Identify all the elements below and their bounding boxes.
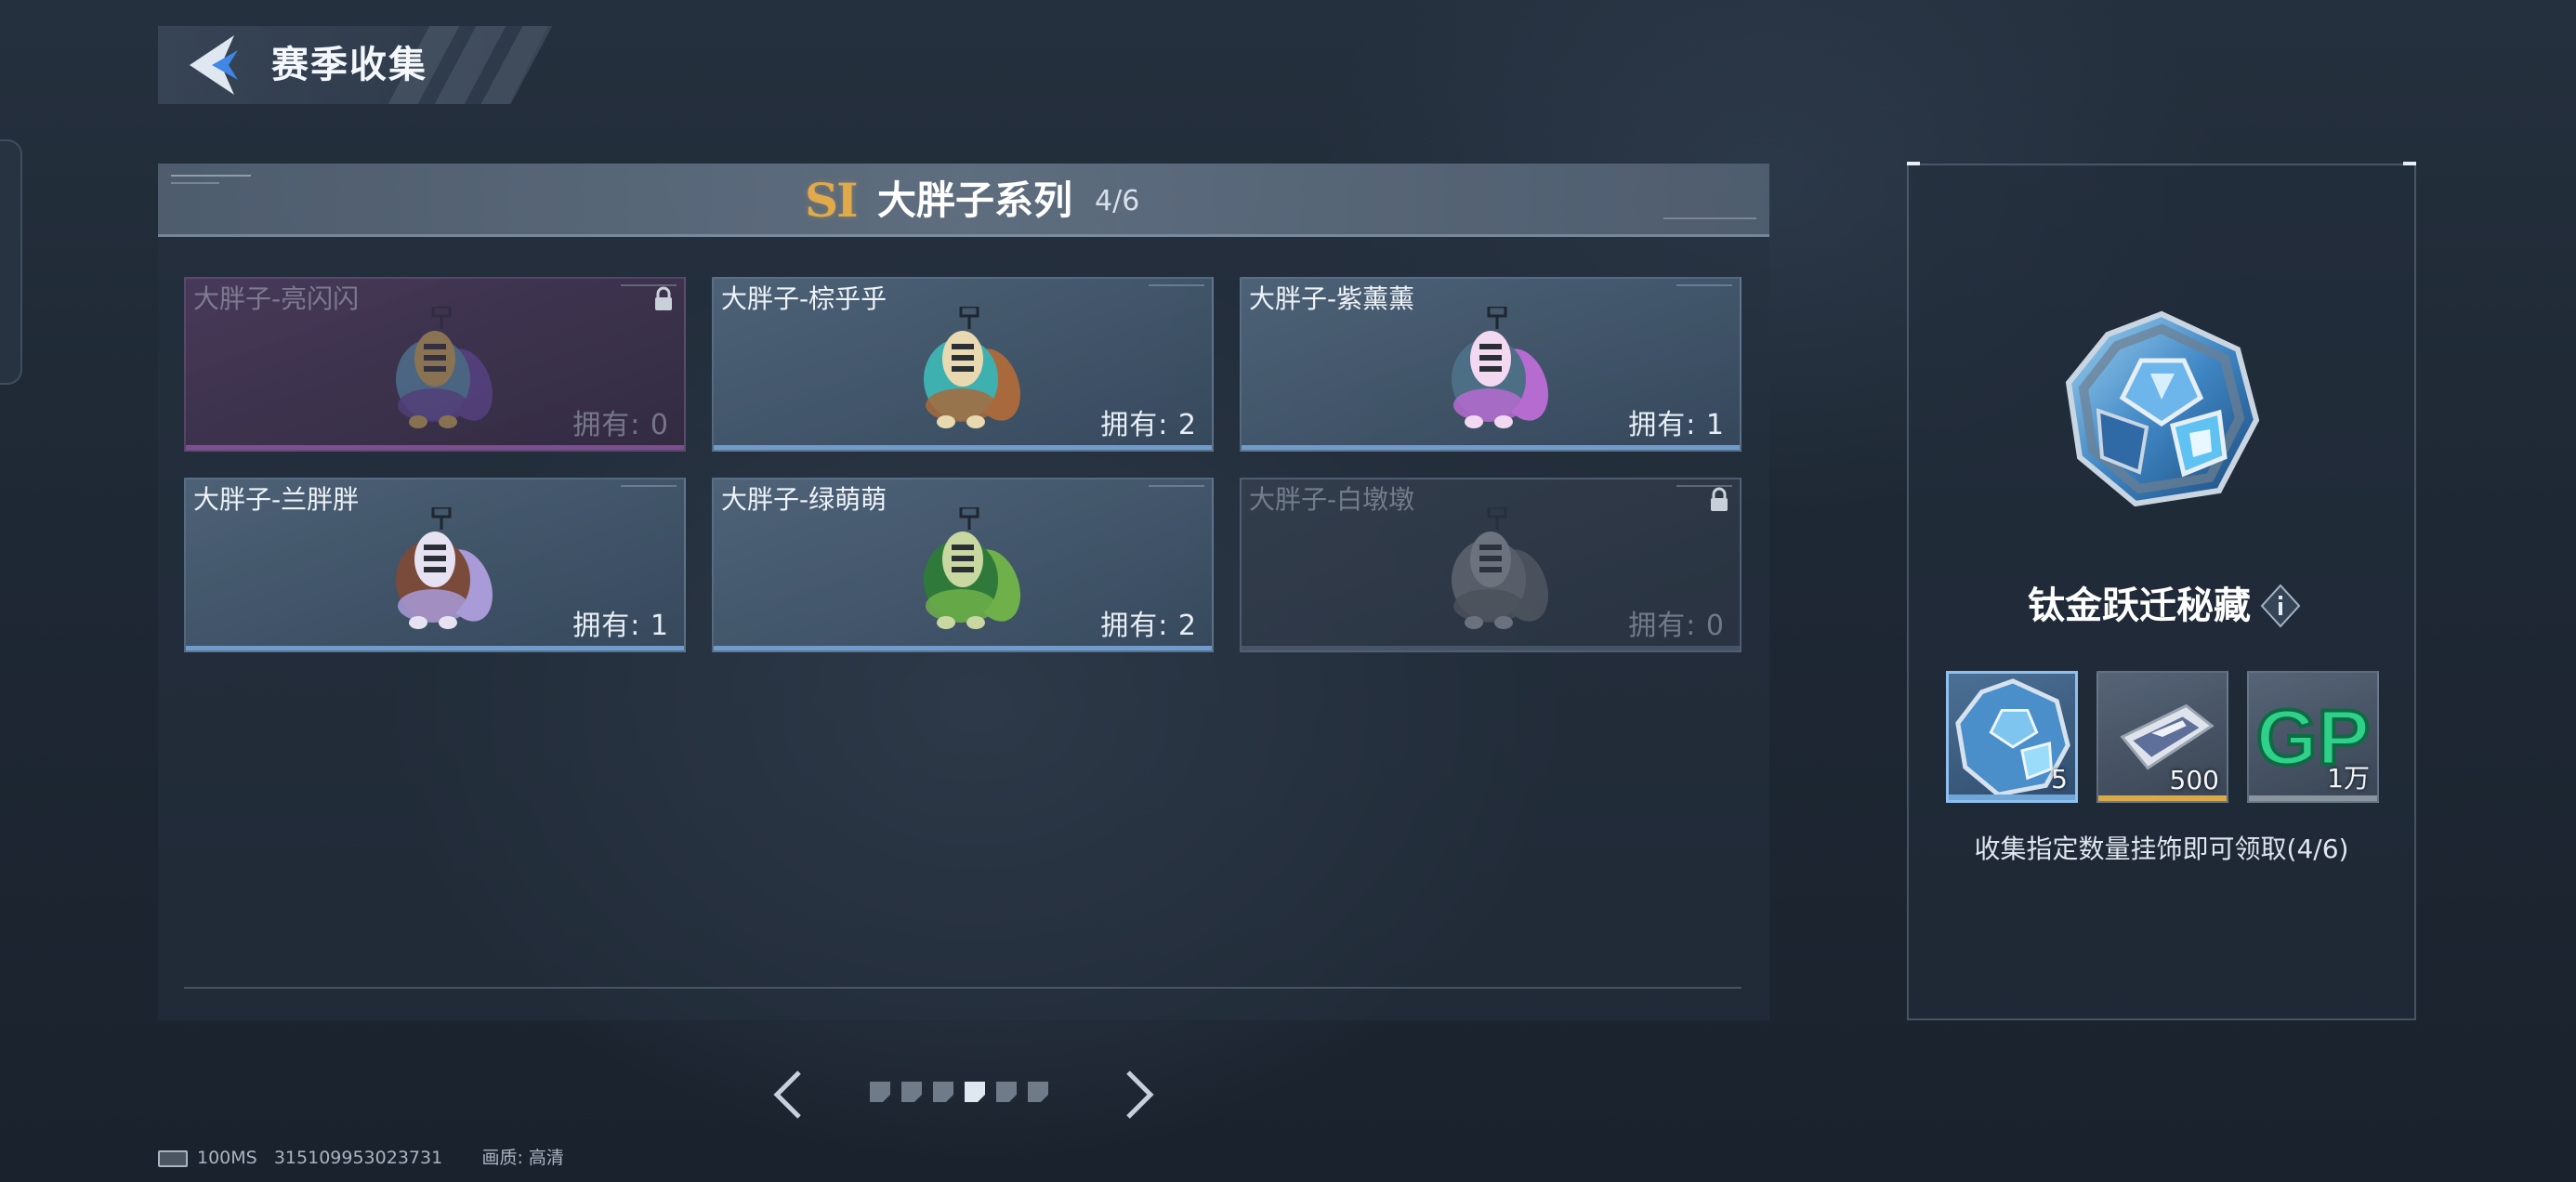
collection-card[interactable]: 大胖子-棕乎乎 拥有: 2 [712, 277, 1214, 452]
prev-page-arrow-icon[interactable] [769, 1069, 807, 1121]
reward-item[interactable]: 5 [1946, 671, 2078, 803]
card-name: 大胖子-绿萌萌 [721, 484, 887, 515]
quality-label: 画质: 高清 [481, 1148, 564, 1168]
card-decor [621, 485, 677, 487]
reward-quantity: 5 [2051, 764, 2068, 795]
reward-quantity: 1万 [2327, 763, 2370, 794]
reward-description: 收集指定数量挂饰即可领取(4/6) [1974, 834, 2349, 864]
page-indicator-dot[interactable] [965, 1082, 985, 1102]
page-indicator-dot[interactable] [870, 1082, 890, 1102]
pendant-figure-image [1452, 307, 1549, 428]
card-name: 大胖子-白墩墩 [1249, 484, 1415, 515]
rarity-bar [2249, 795, 2377, 801]
series-title: 大胖子系列 [877, 177, 1073, 223]
owned-count: 拥有: 1 [572, 610, 669, 642]
reward-item[interactable]: 500 [2096, 671, 2228, 803]
collection-card[interactable]: 大胖子-白墩墩 拥有: 0 [1240, 478, 1741, 652]
pendant-figure-image [924, 307, 1021, 428]
ping-value: 100MS [197, 1148, 257, 1168]
back-chevron-icon [190, 35, 238, 95]
page-title: 赛季收集 [271, 44, 427, 86]
card-decor [1149, 284, 1204, 286]
owned-count: 拥有: 2 [1100, 409, 1197, 441]
page-indicator-dot[interactable] [996, 1082, 1017, 1102]
owned-count: 拥有: 2 [1100, 610, 1197, 642]
card-name: 大胖子-紫薰薰 [1249, 283, 1415, 314]
rarity-bar [2098, 795, 2227, 801]
page-indicator-dot[interactable] [1028, 1082, 1048, 1102]
pendant-figure-image [924, 507, 1021, 629]
owned-count: 拥有: 0 [1628, 610, 1725, 642]
season-badge: SI [805, 173, 858, 228]
reward-chest-image [2065, 310, 2260, 507]
collection-card[interactable]: 大胖子-亮闪闪 拥有: 0 [184, 277, 686, 452]
series-progress: 4/6 [1095, 185, 1140, 217]
reward-name: 钛金跃迁秘藏 [2028, 584, 2251, 627]
pendant-figure-image [1452, 507, 1549, 629]
page-indicator-dot[interactable] [901, 1082, 922, 1102]
left-edge-tab [0, 139, 22, 385]
panel-divider [184, 987, 1741, 989]
card-decor [1149, 485, 1204, 487]
pendant-figure-image [396, 507, 493, 629]
page-indicator-dot[interactable] [933, 1082, 953, 1102]
collection-card[interactable]: 大胖子-紫薰薰 拥有: 1 [1240, 277, 1741, 452]
back-button[interactable] [186, 33, 245, 97]
battery-icon [158, 1149, 188, 1167]
decor-line [1663, 217, 1756, 219]
info-icon[interactable] [2258, 584, 2303, 628]
owned-count: 拥有: 1 [1628, 409, 1725, 441]
collection-card[interactable]: 大胖子-兰胖胖 拥有: 1 [184, 478, 686, 652]
rarity-bar [1949, 795, 2075, 800]
next-page-arrow-icon[interactable] [1121, 1069, 1158, 1121]
card-name: 大胖子-兰胖胖 [193, 484, 360, 515]
owned-count: 拥有: 0 [572, 409, 669, 441]
decor-line [171, 182, 219, 184]
card-name: 大胖子-亮闪闪 [193, 283, 360, 314]
status-bar: 100MS 315109953023731 画质: 高清 [158, 1145, 564, 1171]
card-decor [1676, 284, 1732, 286]
lock-icon [655, 286, 672, 310]
reward-item[interactable]: GP 1万 [2247, 671, 2379, 803]
panel-corner-mark [2403, 162, 2416, 165]
lock-icon [1711, 487, 1728, 511]
decor-line [171, 175, 251, 177]
reward-quantity: 500 [2169, 765, 2219, 795]
panel-corner-mark [1907, 162, 1920, 165]
card-name: 大胖子-棕乎乎 [721, 283, 887, 314]
pendant-figure-image [396, 307, 493, 428]
player-id: 315109953023731 [273, 1148, 443, 1168]
collection-card[interactable]: 大胖子-绿萌萌 拥有: 2 [712, 478, 1214, 652]
